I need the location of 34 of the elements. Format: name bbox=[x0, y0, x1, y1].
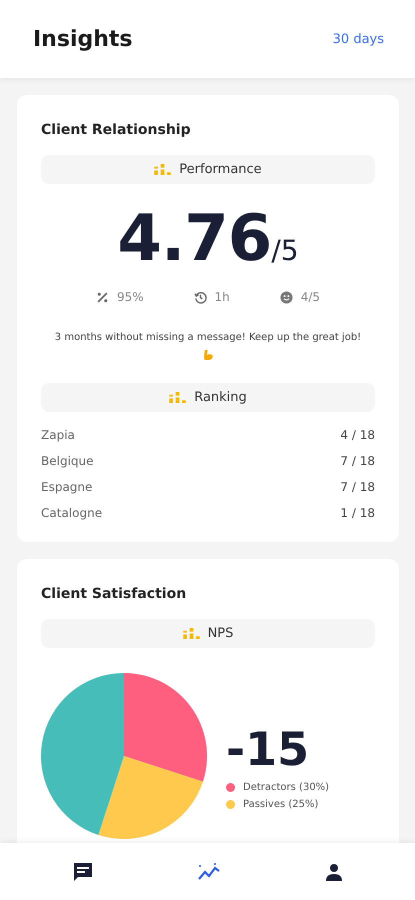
trend-icon bbox=[196, 862, 220, 882]
ranking-value: 4 / 18 bbox=[340, 428, 375, 442]
card-title: Client Relationship bbox=[41, 122, 192, 138]
podium-icon bbox=[182, 628, 200, 639]
score-max: /5 bbox=[271, 234, 299, 267]
page-title: Insights bbox=[33, 26, 133, 52]
person-icon bbox=[324, 862, 344, 882]
ranking-value: 7 / 18 bbox=[340, 454, 375, 468]
chat-icon bbox=[72, 860, 94, 882]
ranking-name: Catalogne bbox=[41, 506, 102, 520]
message-text: 3 months without missing a message! Keep up the great job! bbox=[54, 332, 362, 343]
nps-score: -15 bbox=[226, 722, 310, 776]
ranking-name: Zapia bbox=[41, 428, 75, 442]
history-icon bbox=[194, 290, 207, 304]
legend-label: Detractors (30%) bbox=[243, 782, 330, 793]
card-title: Client Satisfaction bbox=[41, 586, 188, 602]
flexed-arm-icon bbox=[202, 349, 214, 361]
legend-label: Passives (25%) bbox=[243, 799, 318, 810]
smiley-icon bbox=[280, 290, 293, 304]
percent-icon bbox=[96, 290, 109, 304]
score-value: 4.76 bbox=[117, 202, 272, 276]
podium-icon bbox=[154, 164, 172, 175]
stat-value: 95% bbox=[116, 290, 144, 304]
stat-value: 1h bbox=[214, 290, 230, 304]
section-title: Performance bbox=[179, 162, 262, 177]
podium-icon bbox=[169, 392, 186, 403]
ranking-value: 1 / 18 bbox=[340, 506, 375, 520]
ranking-name: Belgique bbox=[41, 454, 94, 468]
ranking-name: Espagne bbox=[41, 480, 92, 494]
period-link[interactable]: 30 days bbox=[332, 32, 384, 46]
section-title: NPS bbox=[208, 626, 234, 641]
stat-value: 4/5 bbox=[300, 290, 320, 304]
section-title: Ranking bbox=[194, 390, 247, 405]
ranking-value: 7 / 18 bbox=[340, 480, 375, 494]
